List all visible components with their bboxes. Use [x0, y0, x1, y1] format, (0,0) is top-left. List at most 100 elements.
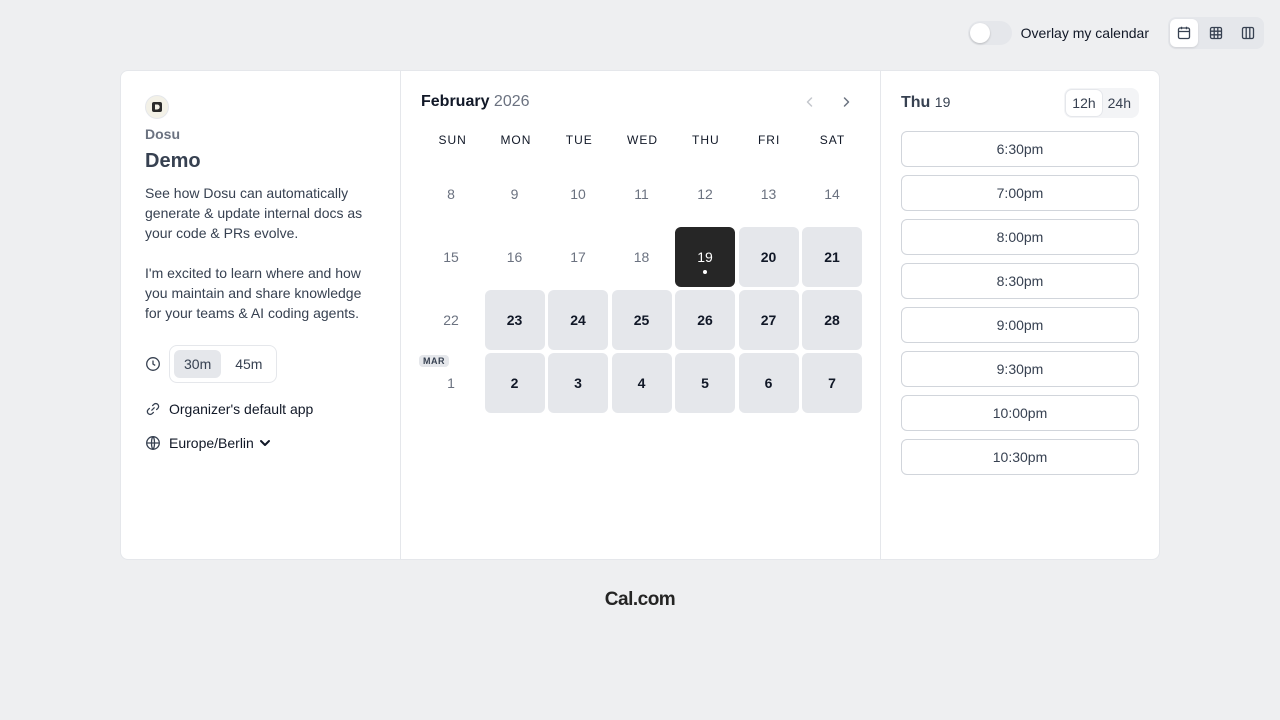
unavailable-day: 9 — [485, 164, 545, 224]
slot-list: 6:30pm 7:00pm 8:00pm 8:30pm 9:00pm 9:30pm 10:0… — [901, 131, 1139, 475]
time-slot-button[interactable]: 6:30pm — [901, 131, 1139, 167]
duration-selector: 30m 45m — [169, 345, 278, 383]
available-day[interactable]: 21 — [802, 227, 862, 287]
week-view-button[interactable] — [1202, 19, 1230, 47]
unavailable-day: 1 MAR — [419, 353, 481, 413]
time-slot-button[interactable]: 8:00pm — [901, 219, 1139, 255]
day-number: 21 — [824, 248, 840, 265]
day-number: 4 — [637, 374, 646, 391]
chevron-left-icon — [806, 97, 813, 107]
brand-footer: Cal.com — [604, 589, 676, 610]
day-number: 1 — [447, 374, 455, 391]
day-number: 25 — [633, 311, 650, 328]
available-day[interactable]: 3 — [548, 353, 608, 413]
time-format-toggle: 12h 24h — [1064, 88, 1139, 118]
month-header: February 2026 — [421, 91, 860, 113]
format-12h-option[interactable]: 12h — [1066, 90, 1102, 116]
time-slot-button[interactable]: 7:00pm — [901, 175, 1139, 211]
chevron-down-icon — [259, 440, 270, 446]
day-number: 10 — [570, 185, 586, 202]
available-day[interactable]: 4 — [611, 353, 672, 413]
overlay-calendar-label: Overlay my calendar — [1020, 25, 1149, 41]
weekday-label: THU — [692, 133, 720, 147]
event-title: Demo — [145, 150, 201, 172]
time-slots-panel: Thu 19 12h 24h 6:30pm 7:00pm 8:00pm 8:30pm 9… — [881, 71, 1159, 559]
selected-day-number: 19 — [934, 94, 951, 110]
dosu-logo-icon — [152, 102, 162, 112]
day-number: 5 — [701, 374, 709, 391]
day-number: 8 — [447, 185, 455, 202]
unavailable-day: 17 — [548, 227, 608, 287]
unavailable-day: 10 — [548, 164, 608, 224]
available-day[interactable]: 7 — [802, 353, 862, 413]
time-slot-button[interactable]: 10:30pm — [901, 439, 1139, 475]
day-number: 23 — [506, 311, 523, 328]
chevron-right-icon — [843, 97, 850, 107]
toggle-knob — [969, 23, 990, 43]
duration-row: 30m 45m — [145, 345, 376, 383]
available-day[interactable]: 25 — [611, 290, 672, 350]
month-title: February 2026 — [421, 93, 530, 111]
view-switcher — [1168, 17, 1264, 49]
available-day[interactable]: 28 — [802, 290, 862, 350]
format-24h-option[interactable]: 24h — [1102, 90, 1137, 116]
duration-45m-option[interactable]: 45m — [225, 350, 272, 378]
weekday-label: MON — [500, 133, 532, 147]
available-day[interactable]: 2 — [484, 353, 545, 413]
next-month-button[interactable] — [832, 88, 860, 116]
day-number: 18 — [633, 248, 650, 265]
time-slot-button[interactable]: 10:00pm — [901, 395, 1139, 431]
organizer-name: Dosu — [145, 126, 180, 142]
today-dot — [703, 269, 707, 274]
location-text: Organizer's default app — [169, 401, 314, 417]
timezone-selector[interactable]: Europe/Berlin — [169, 435, 272, 451]
time-slot-button[interactable]: 8:30pm — [901, 263, 1139, 299]
globe-icon — [145, 435, 161, 451]
column-view-button[interactable] — [1234, 19, 1262, 47]
available-day[interactable]: 24 — [548, 290, 608, 350]
day-number: 2 — [510, 374, 519, 391]
available-day[interactable]: 23 — [484, 290, 545, 350]
month-view-button[interactable] — [1170, 19, 1198, 47]
available-day[interactable]: 6 — [738, 353, 799, 413]
available-day[interactable]: 20 — [738, 227, 799, 287]
selected-day[interactable]: 19 — [675, 227, 735, 287]
columns-icon — [1241, 26, 1255, 40]
day-number: 11 — [634, 185, 649, 202]
unavailable-day: 22 — [421, 290, 481, 350]
day-number: 14 — [824, 185, 840, 202]
day-number: 7 — [828, 374, 836, 391]
calendar-icon — [1177, 26, 1191, 40]
unavailable-day: 16 — [485, 227, 545, 287]
day-number: 22 — [443, 311, 459, 328]
unavailable-day: 11 — [612, 164, 672, 224]
time-slot-button[interactable]: 9:30pm — [901, 351, 1139, 387]
prev-month-button[interactable] — [796, 88, 824, 116]
day-number: 19 — [697, 248, 713, 265]
slots-header: Thu 19 12h 24h — [901, 87, 1139, 119]
day-number: 6 — [764, 374, 773, 391]
available-day[interactable]: 26 — [675, 290, 735, 350]
selected-date: Thu 19 — [901, 94, 950, 112]
time-slot-button[interactable]: 9:00pm — [901, 307, 1139, 343]
clock-icon — [145, 356, 161, 372]
day-number: 24 — [570, 311, 586, 328]
unavailable-day: 12 — [675, 164, 735, 224]
weekday-header: SUN MON TUE WED THU FRI SAT — [421, 133, 860, 147]
available-day[interactable]: 27 — [738, 290, 799, 350]
day-number: 26 — [697, 311, 713, 328]
next-month-badge: MAR — [419, 355, 449, 367]
weekday-label: SUN — [438, 133, 467, 147]
top-bar: Overlay my calendar — [967, 17, 1264, 49]
unavailable-day: 18 — [612, 227, 672, 287]
overlay-calendar-toggle[interactable] — [967, 21, 1012, 45]
duration-30m-option[interactable]: 30m — [174, 350, 222, 378]
month-name: February — [421, 93, 490, 110]
calendar-panel: February 2026 SUN MON TUE WED THU FRI SA… — [401, 71, 881, 559]
day-number: 15 — [443, 248, 459, 265]
day-number: 20 — [760, 248, 777, 265]
month-nav — [788, 88, 860, 116]
day-number: 12 — [697, 185, 713, 202]
available-day[interactable]: 5 — [675, 353, 735, 413]
selected-day-name: Thu — [901, 94, 931, 111]
